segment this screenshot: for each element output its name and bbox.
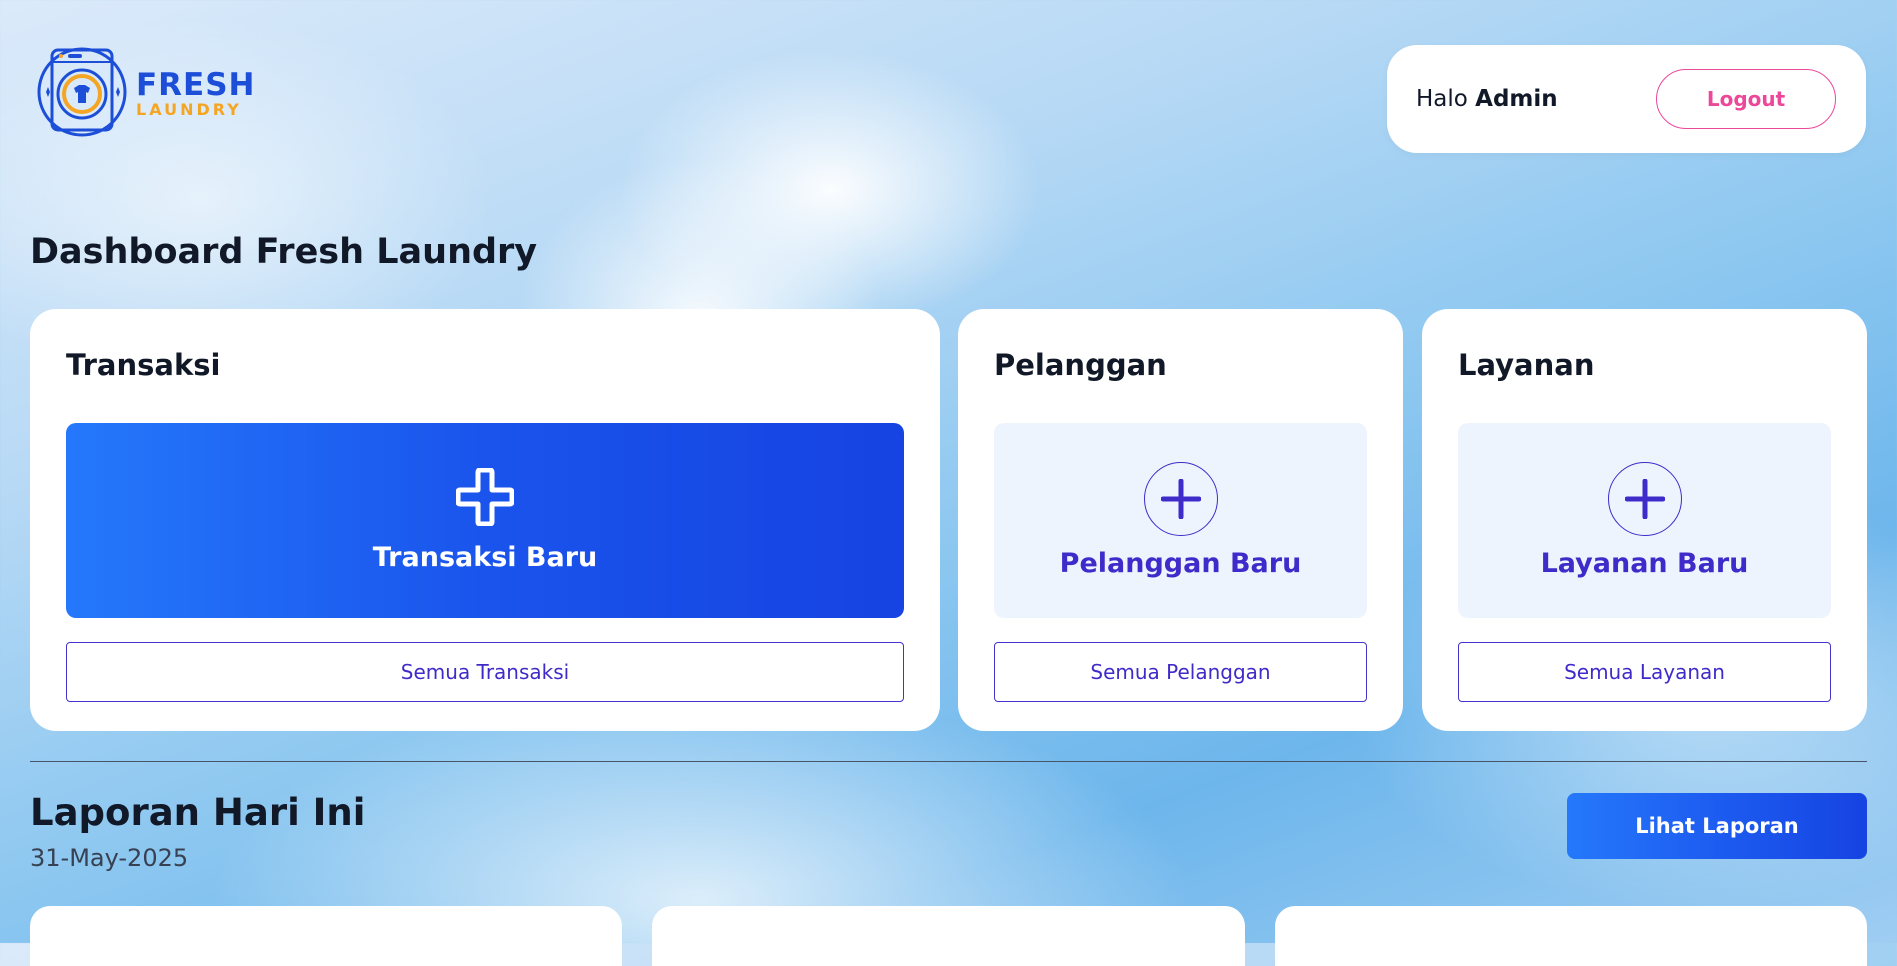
new-service-label: Layanan Baru	[1540, 548, 1749, 579]
brand-name-line1: FRESH	[136, 67, 256, 103]
new-customer-button[interactable]: Pelanggan Baru	[994, 423, 1367, 618]
all-transactions-button[interactable]: Semua Transaksi	[66, 642, 904, 702]
section-divider	[30, 761, 1867, 762]
all-customers-button[interactable]: Semua Pelanggan	[994, 642, 1367, 702]
report-title: Laporan Hari Ini	[30, 791, 366, 834]
new-customer-label: Pelanggan Baru	[1059, 548, 1302, 579]
report-card-2	[652, 906, 1245, 966]
new-service-button[interactable]: Layanan Baru	[1458, 423, 1831, 618]
all-services-button[interactable]: Semua Layanan	[1458, 642, 1831, 702]
brand-logo[interactable]: FRESH LAUNDRY	[36, 46, 256, 142]
plus-icon	[455, 467, 515, 530]
report-card-1	[30, 906, 622, 966]
transaction-card: Transaksi Transaksi Baru Semua Transaksi	[30, 309, 940, 731]
washing-machine-logo-icon	[36, 46, 128, 142]
user-name: Admin	[1475, 86, 1558, 112]
brand-name-line2: LAUNDRY	[136, 100, 242, 119]
greeting-prefix: Halo	[1416, 86, 1468, 112]
report-date: 31-May-2025	[30, 844, 189, 872]
user-panel: Halo Admin Logout	[1387, 45, 1866, 153]
plus-circle-icon	[1143, 462, 1218, 536]
service-card: Layanan Layanan Baru Semua Layanan	[1422, 309, 1867, 731]
view-report-button[interactable]: Lihat Laporan	[1567, 793, 1867, 859]
plus-circle-icon	[1607, 462, 1682, 536]
customer-card-title: Pelanggan	[994, 348, 1167, 382]
report-card-3	[1275, 906, 1867, 966]
new-transaction-label: Transaksi Baru	[372, 542, 598, 573]
service-card-title: Layanan	[1458, 348, 1595, 382]
transaction-card-title: Transaksi	[66, 348, 221, 382]
new-transaction-button[interactable]: Transaksi Baru	[66, 423, 904, 618]
page-title: Dashboard Fresh Laundry	[30, 232, 538, 272]
customer-card: Pelanggan Pelanggan Baru Semua Pelanggan	[958, 309, 1403, 731]
logout-button[interactable]: Logout	[1656, 69, 1836, 129]
greeting-text: Halo Admin	[1416, 86, 1558, 112]
